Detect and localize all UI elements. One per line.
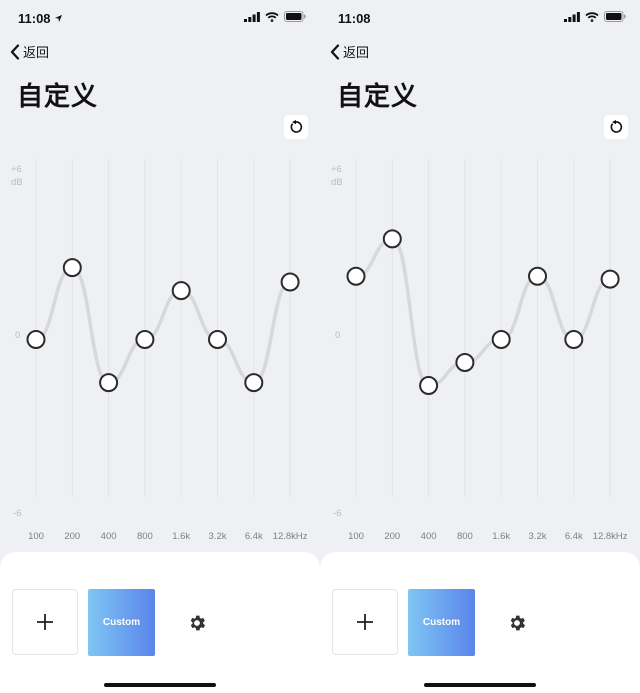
eq-band-handle[interactable] xyxy=(455,353,475,372)
frequency-label: 12.8kHz xyxy=(593,531,628,542)
back-label: 返回 xyxy=(23,45,50,60)
eq-band-handle[interactable] xyxy=(600,269,620,289)
frequency-label: 400 xyxy=(101,531,117,542)
back-label: 返回 xyxy=(343,45,370,60)
eq-curve xyxy=(35,265,291,385)
db-zero-label: 0 xyxy=(335,330,340,341)
frequency-label: 200 xyxy=(384,531,400,542)
db-unit-label: dB xyxy=(331,177,343,188)
phone-screen-left: 11:08 返回 自定义 +6 dB 0 -6 100 200 400 800 … xyxy=(0,0,320,693)
eq-band-handle[interactable] xyxy=(382,229,402,249)
eq-band-handle[interactable] xyxy=(135,330,155,349)
signal-icon xyxy=(244,11,260,22)
frequency-label: 1.6k xyxy=(172,531,190,542)
location-arrow-icon xyxy=(54,14,62,23)
home-indicator xyxy=(424,683,536,687)
reset-button[interactable] xyxy=(604,115,628,139)
db-max-label: +6 xyxy=(11,164,22,175)
preset-panel: Custom xyxy=(0,552,320,693)
eq-band-handle[interactable] xyxy=(491,330,511,349)
eq-band-handle[interactable] xyxy=(564,330,584,349)
eq-band-handle[interactable] xyxy=(62,258,82,278)
eq-band-handle[interactable] xyxy=(171,281,191,301)
status-time: 11:08 xyxy=(18,11,51,26)
back-button[interactable]: 返回 xyxy=(330,42,369,61)
frequency-label: 800 xyxy=(137,531,153,542)
battery-icon xyxy=(604,11,626,22)
reset-icon xyxy=(290,120,303,133)
db-min-label: -6 xyxy=(333,508,341,519)
db-unit-label: dB xyxy=(11,177,23,188)
wifi-icon xyxy=(265,11,279,22)
eq-band-handle[interactable] xyxy=(419,376,439,395)
back-button[interactable]: 返回 xyxy=(10,42,49,61)
frequency-label: 6.4k xyxy=(565,531,583,542)
frequency-label: 3.2k xyxy=(529,531,547,542)
eq-band-handle[interactable] xyxy=(99,373,119,393)
frequency-label: 100 xyxy=(348,531,364,542)
reset-icon xyxy=(610,120,623,133)
home-indicator xyxy=(104,683,216,687)
db-max-label: +6 xyxy=(331,164,342,175)
chevron-left-icon xyxy=(330,43,340,60)
frequency-label: 400 xyxy=(421,531,437,542)
eq-band-handle[interactable] xyxy=(26,330,46,349)
page-title: 自定义 xyxy=(337,81,419,111)
status-bar: 11:08 xyxy=(320,0,640,38)
gear-icon xyxy=(510,615,526,631)
signal-icon xyxy=(564,11,580,22)
page-title: 自定义 xyxy=(17,81,99,111)
plus-icon xyxy=(37,614,53,630)
plus-icon xyxy=(357,614,373,630)
eq-band-handle[interactable] xyxy=(346,266,366,286)
frequency-label: 12.8kHz xyxy=(273,531,308,542)
eq-curve xyxy=(355,237,611,388)
status-time-group: 11:08 xyxy=(18,11,63,26)
status-icons xyxy=(564,11,626,22)
chevron-left-icon xyxy=(10,43,20,60)
status-icons xyxy=(244,11,306,22)
frequency-label: 200 xyxy=(64,531,80,542)
settings-button[interactable] xyxy=(185,611,209,635)
eq-band-handle[interactable] xyxy=(280,272,300,292)
phone-screen-right: 11:08 返回 自定义 +6 dB 0 -6 100 200 400 800 … xyxy=(320,0,640,693)
frequency-label: 800 xyxy=(457,531,473,542)
battery-icon xyxy=(284,11,306,22)
eq-chart[interactable]: +6 dB 0 -6 100 200 400 800 1.6k 3.2k 6.4k 12.8k… xyxy=(320,155,640,550)
status-time-group: 11:08 xyxy=(338,11,371,26)
frequency-label: 100 xyxy=(28,531,44,542)
preset-custom-button[interactable]: Custom xyxy=(408,589,475,656)
frequency-label: 1.6k xyxy=(492,531,510,542)
eq-chart[interactable]: +6 dB 0 -6 100 200 400 800 1.6k 3.2k 6.4k 12.8k… xyxy=(0,155,320,550)
reset-button[interactable] xyxy=(284,115,308,139)
wifi-icon xyxy=(585,11,599,22)
preset-custom-button[interactable]: Custom xyxy=(88,589,155,656)
settings-button[interactable] xyxy=(505,611,529,635)
frequency-label: 6.4k xyxy=(245,531,263,542)
add-preset-button[interactable] xyxy=(12,589,78,655)
add-preset-button[interactable] xyxy=(332,589,398,655)
eq-band-handle[interactable] xyxy=(244,373,264,393)
frequency-label: 3.2k xyxy=(209,531,227,542)
db-zero-label: 0 xyxy=(15,330,20,341)
eq-band-handle[interactable] xyxy=(208,330,227,349)
status-time: 11:08 xyxy=(338,11,371,26)
preset-panel: Custom xyxy=(320,552,640,693)
status-bar: 11:08 xyxy=(0,0,320,38)
gear-icon xyxy=(190,615,206,631)
eq-band-handle[interactable] xyxy=(528,266,547,286)
db-min-label: -6 xyxy=(13,508,21,519)
